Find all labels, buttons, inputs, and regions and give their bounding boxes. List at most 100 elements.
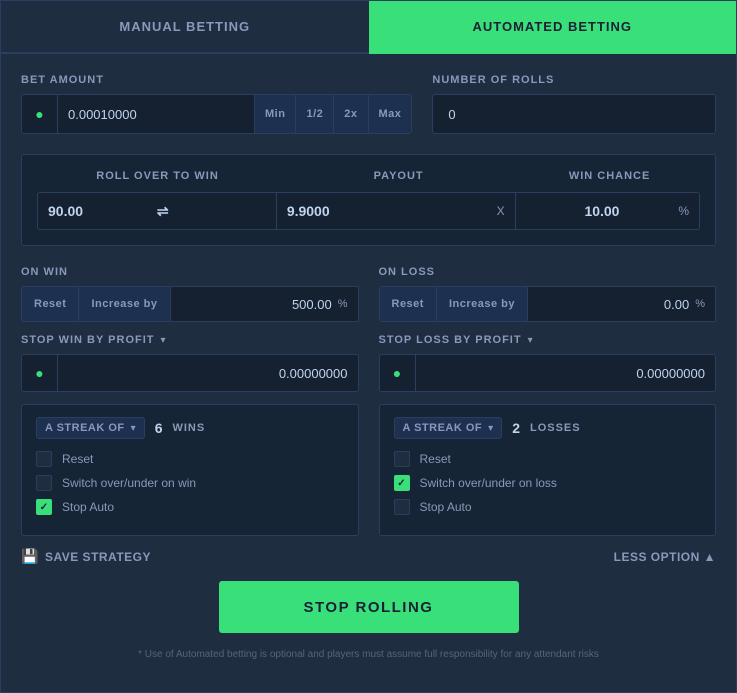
rolls-input[interactable]: 0 — [432, 94, 716, 134]
rolls-section: NUMBER OF ROLLS 0 — [432, 74, 716, 134]
streak-wins-option-1: Switch over/under on win — [36, 475, 344, 491]
streak-losses-stop-checkbox[interactable] — [394, 499, 410, 515]
streak-losses-reset-label: Reset — [420, 452, 451, 466]
stop-rolling-button[interactable]: STOP ROLLING — [219, 581, 519, 633]
rolls-value: 0 — [448, 107, 455, 122]
on-win-section: ON WIN Reset Increase by 500.00 % — [21, 266, 359, 322]
disclaimer-text: * Use of Automated betting is optional a… — [21, 649, 716, 672]
streak-losses-type: LOSSES — [530, 422, 581, 434]
swap-icon[interactable]: ⇌ — [157, 203, 266, 220]
stop-loss-currency-icon: ● — [380, 355, 416, 391]
on-win-label: ON WIN — [21, 266, 359, 278]
on-win-reset-button[interactable]: Reset — [21, 286, 79, 322]
on-loss-increase-button[interactable]: Increase by — [437, 286, 528, 322]
stop-loss-label-row: STOP LOSS BY PROFIT ▾ — [379, 334, 717, 346]
streak-wins-stop-checkbox[interactable] — [36, 499, 52, 515]
stop-win-label-row: STOP WIN BY PROFIT ▾ — [21, 334, 359, 346]
stop-row: STOP WIN BY PROFIT ▾ ● 0.00000000 STOP L… — [21, 334, 716, 392]
stop-loss-value: 0.00000000 — [416, 366, 716, 381]
save-strategy-button[interactable]: 💾 SAVE STRATEGY — [21, 548, 151, 565]
main-content: BET AMOUNT ● Min 1/2 2x Max NUMBER OF RO… — [1, 54, 736, 692]
bet-min-button[interactable]: Min — [254, 95, 295, 133]
on-loss-value: 0.00 — [538, 297, 689, 312]
payout-header: PAYOUT — [278, 170, 519, 182]
streak-losses-option-1: Switch over/under on loss — [394, 475, 702, 491]
bet-amount-section: BET AMOUNT ● Min 1/2 2x Max — [21, 74, 412, 134]
streak-losses-chevron-icon: ▾ — [488, 423, 493, 434]
streak-losses-number: 2 — [512, 420, 520, 436]
streak-wins-dropdown[interactable]: A STREAK OF ▾ — [36, 417, 145, 439]
tab-auto[interactable]: AUTOMATED BETTING — [369, 1, 737, 54]
rollover-value: 90.00 — [48, 203, 157, 219]
payout-input[interactable]: 9.9000 X — [277, 192, 516, 230]
rolls-label: NUMBER OF ROLLS — [432, 74, 716, 86]
streak-wins-stop-label: Stop Auto — [62, 500, 114, 514]
streak-losses-switch-checkbox[interactable] — [394, 475, 410, 491]
on-win-loss-row: ON WIN Reset Increase by 500.00 % ON LOS… — [21, 266, 716, 322]
on-loss-section: ON LOSS Reset Increase by 0.00 % — [379, 266, 717, 322]
streak-losses-option-2: Stop Auto — [394, 499, 702, 515]
main-container: MANUAL BETTING AUTOMATED BETTING BET AMO… — [0, 0, 737, 693]
on-loss-value-wrap: 0.00 % — [528, 286, 716, 322]
streak-wins-header: A STREAK OF ▾ 6 WINS — [36, 417, 344, 439]
three-col-header: ROLL OVER TO WIN PAYOUT WIN CHANCE — [37, 170, 700, 182]
bet-max-button[interactable]: Max — [368, 95, 412, 133]
bet-currency-icon: ● — [22, 95, 58, 133]
stop-loss-input[interactable]: ● 0.00000000 — [379, 354, 717, 392]
streak-wins-reset-checkbox[interactable] — [36, 451, 52, 467]
stop-btn-wrap: STOP ROLLING — [21, 581, 716, 633]
bet-amount-label: BET AMOUNT — [21, 74, 412, 86]
less-option-label: LESS OPTION ▲ — [614, 550, 716, 564]
stop-win-input[interactable]: ● 0.00000000 — [21, 354, 359, 392]
on-loss-controls: Reset Increase by 0.00 % — [379, 286, 717, 322]
streak-losses-dropdown-label: A STREAK OF — [403, 422, 483, 434]
streak-losses-reset-checkbox[interactable] — [394, 451, 410, 467]
streak-wins-number: 6 — [155, 420, 163, 436]
streak-losses-stop-label: Stop Auto — [420, 500, 472, 514]
bet-rolls-row: BET AMOUNT ● Min 1/2 2x Max NUMBER OF RO… — [21, 74, 716, 134]
save-icon: 💾 — [21, 548, 39, 565]
winchance-input[interactable]: 10.00 % — [516, 192, 700, 230]
roll-payout-winchance: ROLL OVER TO WIN PAYOUT WIN CHANCE 90.00… — [21, 154, 716, 246]
on-win-unit: % — [338, 298, 348, 310]
streak-wins-dropdown-label: A STREAK OF — [45, 422, 125, 434]
bet-amount-field[interactable] — [58, 107, 254, 122]
winchance-value: 10.00 — [526, 203, 679, 219]
streak-wins-option-0: Reset — [36, 451, 344, 467]
winchance-header: WIN CHANCE — [519, 170, 700, 182]
payout-value: 9.9000 — [287, 203, 497, 219]
streak-losses-switch-label: Switch over/under on loss — [420, 476, 557, 490]
stop-loss-chevron-icon[interactable]: ▾ — [528, 335, 533, 346]
on-loss-unit: % — [695, 298, 705, 310]
streak-wins-type: WINS — [172, 422, 205, 434]
bet-amount-buttons: Min 1/2 2x Max — [254, 95, 411, 133]
stop-win-chevron-icon[interactable]: ▾ — [161, 335, 166, 346]
on-win-value-wrap: 500.00 % — [171, 286, 359, 322]
streak-wins-option-2: Stop Auto — [36, 499, 344, 515]
streak-losses-section: A STREAK OF ▾ 2 LOSSES Reset Switch over… — [379, 404, 717, 536]
percent-icon: % — [678, 204, 689, 218]
x-icon: X — [497, 204, 505, 218]
streak-losses-header: A STREAK OF ▾ 2 LOSSES — [394, 417, 702, 439]
stop-win-label: STOP WIN BY PROFIT — [21, 334, 155, 346]
streak-row: A STREAK OF ▾ 6 WINS Reset Switch over/u… — [21, 404, 716, 536]
streak-wins-chevron-icon: ▾ — [131, 423, 136, 434]
less-option-button[interactable]: LESS OPTION ▲ — [614, 550, 716, 564]
streak-wins-switch-label: Switch over/under on win — [62, 476, 196, 490]
streak-wins-switch-checkbox[interactable] — [36, 475, 52, 491]
stop-win-section: STOP WIN BY PROFIT ▾ ● 0.00000000 — [21, 334, 359, 392]
stop-loss-label: STOP LOSS BY PROFIT — [379, 334, 522, 346]
stop-loss-section: STOP LOSS BY PROFIT ▾ ● 0.00000000 — [379, 334, 717, 392]
tab-bar: MANUAL BETTING AUTOMATED BETTING — [1, 1, 736, 54]
streak-losses-dropdown[interactable]: A STREAK OF ▾ — [394, 417, 503, 439]
bottom-row: 💾 SAVE STRATEGY LESS OPTION ▲ — [21, 548, 716, 565]
on-win-value: 500.00 — [181, 297, 332, 312]
bet-double-button[interactable]: 2x — [333, 95, 367, 133]
bet-half-button[interactable]: 1/2 — [295, 95, 333, 133]
on-win-increase-button[interactable]: Increase by — [79, 286, 170, 322]
tab-manual[interactable]: MANUAL BETTING — [1, 1, 369, 54]
streak-losses-option-0: Reset — [394, 451, 702, 467]
on-loss-reset-button[interactable]: Reset — [379, 286, 437, 322]
rollover-input[interactable]: 90.00 ⇌ — [37, 192, 277, 230]
on-loss-label: ON LOSS — [379, 266, 717, 278]
